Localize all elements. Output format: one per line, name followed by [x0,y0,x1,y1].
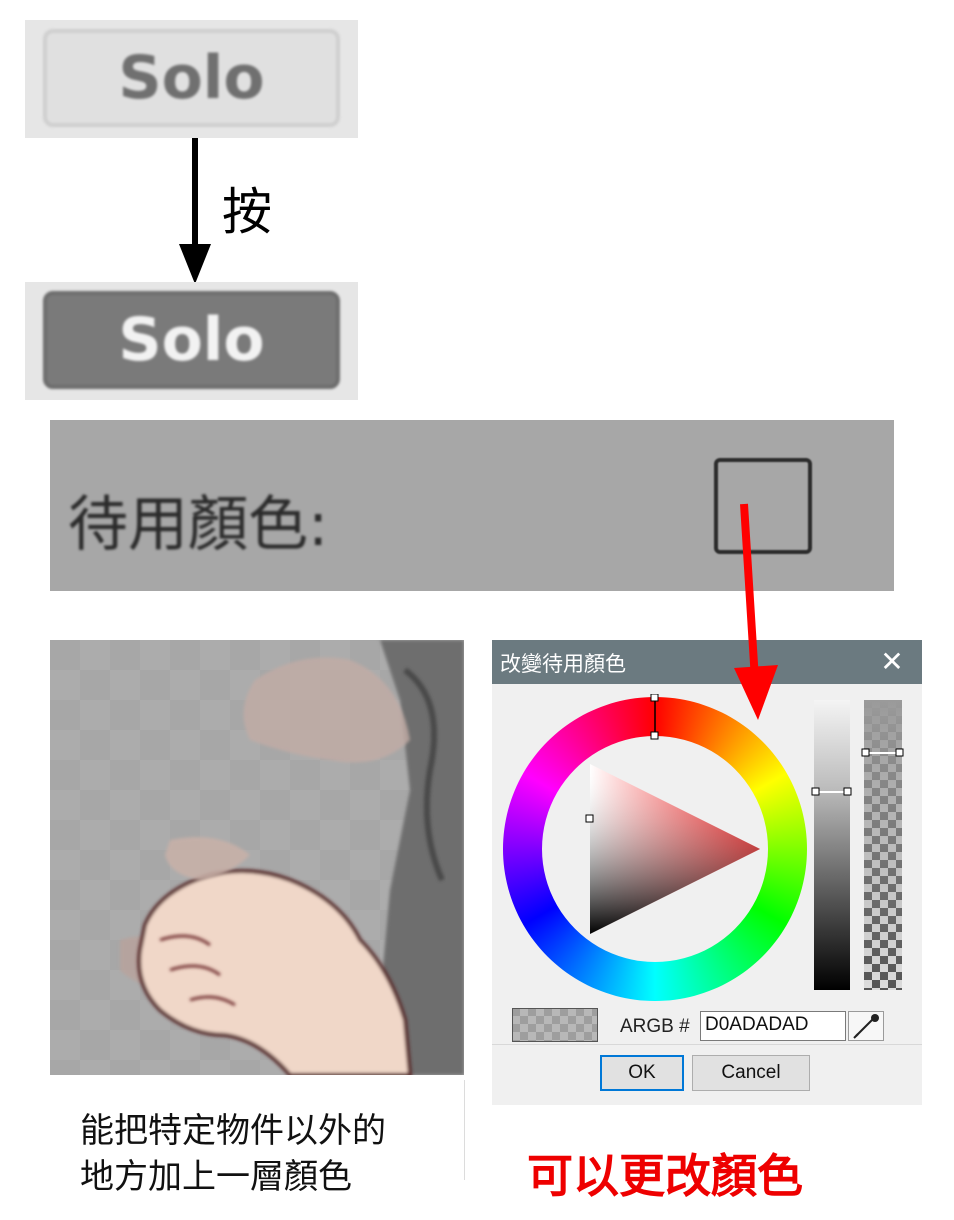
argb-label: ARGB # [620,1016,690,1037]
red-arrow-head [734,665,778,720]
close-icon[interactable]: ✕ [872,644,912,680]
solo-button-on[interactable]: Solo [43,291,340,389]
standby-color-label: 待用顏色: [68,490,329,560]
value-slider-handle[interactable] [811,787,853,797]
value-slider[interactable] [814,700,850,990]
change-standby-color-dialog: 改變待用顏色 ✕ ARGB # D0ADADAD OK Cancel [492,640,922,1105]
down-arrow [179,138,211,284]
alpha-slider-handle[interactable] [861,748,905,758]
caption-line-1: 能把特定物件以外的 [80,1111,386,1151]
red-arrow-shaft [740,503,759,681]
solo-panel-before: Solo [25,20,358,138]
illustration-hand [50,640,464,1075]
caption-divider [464,1080,465,1180]
hue-handle-outer[interactable] [650,694,659,702]
hue-handle-inner[interactable] [650,731,659,740]
solo-button-off[interactable]: Solo [43,29,340,127]
illustration-canvas [50,640,464,1075]
solo-panel-after: Solo [25,282,358,400]
ok-button[interactable]: OK [600,1055,684,1091]
dialog-footer-divider [492,1044,922,1045]
argb-hex-input[interactable]: D0ADADAD [700,1011,846,1041]
press-label: 按 [222,183,272,241]
cancel-button[interactable]: Cancel [692,1055,810,1091]
dialog-title-bar[interactable]: 改變待用顏色 ✕ [492,640,922,684]
change-color-note: 可以更改顏色 [527,1149,803,1203]
illustration-caption: 能把特定物件以外的 地方加上一層顏色 [80,1108,386,1200]
color-preview-swatch [512,1008,598,1042]
eyedropper-button[interactable] [848,1011,884,1041]
down-arrow-head [179,244,211,284]
hue-wheel[interactable] [500,694,810,1004]
dialog-title: 改變待用顏色 [500,652,626,676]
alpha-slider[interactable] [864,700,902,990]
eyedropper-icon [853,1014,879,1039]
red-annotation-arrow [734,503,778,720]
caption-line-2: 地方加上一層顏色 [80,1157,352,1197]
color-picker-handle[interactable] [585,814,594,823]
